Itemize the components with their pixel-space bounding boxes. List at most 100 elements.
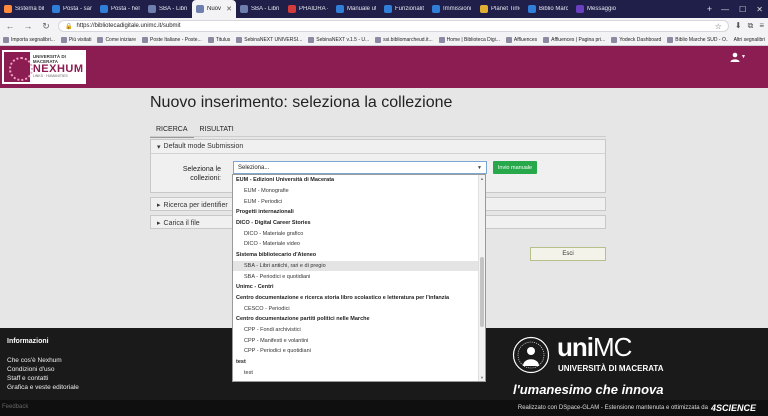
- bookmark-star-icon[interactable]: ☆: [715, 22, 722, 31]
- nexhum-logo[interactable]: UNIVERSITÀ DI MACERATA NEXHUM LINKS · HU…: [2, 50, 86, 84]
- bookmark-label: Poste Italiane - Poste...: [150, 36, 202, 43]
- unimc-slogan: l'umanesimo che innova: [513, 382, 664, 397]
- browser-tab[interactable]: Planet Time WE: [476, 0, 524, 18]
- dropdown-option[interactable]: CPP - Manifesti e volantini: [233, 335, 479, 346]
- close-window-icon[interactable]: ✕: [751, 5, 768, 14]
- bookmark-favicon-icon: [142, 36, 149, 43]
- bookmark-favicon-icon: [667, 36, 674, 43]
- other-bookmarks[interactable]: Altri segnalibri: [734, 37, 765, 43]
- bookmark-item[interactable]: Più visitati: [60, 36, 91, 43]
- bookmark-item[interactable]: SebinaNEXT v.1.5 - U...: [308, 36, 369, 43]
- bookmark-item[interactable]: Biblio Marche SUD - O...: [667, 36, 728, 43]
- new-tab-icon[interactable]: +: [703, 4, 716, 14]
- reload-icon[interactable]: ↻: [40, 21, 52, 32]
- scroll-down-icon[interactable]: ▼: [480, 375, 484, 380]
- scroll-up-icon[interactable]: ▲: [480, 176, 484, 181]
- tab-favicon-icon: [336, 5, 344, 13]
- browser-tab[interactable]: Funzionalità: [380, 0, 428, 18]
- powered-text: Realizzato con DSpace-GLAM - Estensione …: [517, 405, 708, 411]
- maximize-icon[interactable]: ☐: [734, 5, 751, 14]
- dropdown-group-label: test: [236, 359, 246, 366]
- bookmark-item[interactable]: Poste Italiane - Poste...: [142, 36, 202, 43]
- lock-icon: 🔒: [65, 23, 73, 30]
- bookmarks-bar: Importa segnalibri... Più visitati Come in…: [0, 34, 768, 46]
- 4science-logo[interactable]: 4SCIENCE: [711, 403, 756, 413]
- dropdown-option[interactable]: DICO - Materiale video: [233, 239, 479, 250]
- feedback-link[interactable]: Feedback: [2, 404, 28, 410]
- dropdown-option[interactable]: DICO - Materiale grafico: [233, 228, 479, 239]
- dropdown-option[interactable]: CPP - Fondi archivistici: [233, 325, 479, 336]
- default-panel-header[interactable]: ▾ Default mode Submission: [151, 140, 605, 154]
- browser-tab[interactable]: Posta - helpl: [96, 0, 144, 18]
- minimize-icon[interactable]: —: [716, 5, 734, 14]
- browser-tab[interactable]: Sistema bibli: [0, 0, 48, 18]
- invio-manuale-button[interactable]: Invio manuale: [493, 161, 537, 174]
- dropdown-scrollbar[interactable]: ▲ ▼: [478, 175, 485, 381]
- scrollbar-thumb[interactable]: [480, 257, 484, 327]
- tab-favicon-icon: [240, 5, 248, 13]
- footer-link[interactable]: Staff e contatti: [7, 375, 79, 382]
- bookmark-item[interactable]: Titulus: [207, 36, 230, 43]
- browser-tab[interactable]: SBA - Libri a: [236, 0, 284, 18]
- extensions-icon[interactable]: ⧉: [748, 21, 754, 31]
- dropdown-option[interactable]: SBA - Libri antichi, rari e di pregio: [233, 260, 479, 272]
- esci-button[interactable]: Esci: [530, 247, 606, 261]
- bookmark-item[interactable]: Come iniziare: [97, 36, 137, 43]
- footer-link[interactable]: Condizioni d'uso: [7, 366, 79, 373]
- bookmark-item[interactable]: Importa segnalibri...: [3, 36, 55, 43]
- footer-link[interactable]: Grafica e veste editoriale: [7, 384, 79, 391]
- footer-title: Informazioni: [7, 338, 49, 345]
- bookmark-favicon-icon: [236, 36, 243, 43]
- browser-tab[interactable]: SBA - Libri a: [144, 0, 192, 18]
- dropdown-option[interactable]: test: [233, 367, 479, 378]
- bookmark-item[interactable]: Affluences: [505, 36, 537, 43]
- browser-tab[interactable]: Posta - sara: [48, 0, 96, 18]
- bookmark-item[interactable]: Affluences | Pagina pri...: [543, 36, 605, 43]
- browser-tab[interactable]: PHAIDRA - C: [284, 0, 332, 18]
- bookmark-item[interactable]: SebinaNEXT UNIVERSI...: [236, 36, 302, 43]
- tab-label: Funzionalità: [395, 6, 424, 12]
- forward-icon[interactable]: →: [22, 21, 34, 31]
- collection-dropdown: EUM - Edizioni Università di Macerata EUM…: [232, 174, 486, 382]
- browser-tab[interactable]: Messaggio o: [572, 0, 620, 18]
- collection-select[interactable]: Seleziona... ▼: [233, 161, 487, 174]
- browser-tab-bar: Sistema bibli Posta - sara Posta - helpl SB…: [0, 0, 768, 18]
- tabs-divider: [150, 136, 606, 137]
- browser-tab[interactable]: Nuovo in ✕: [192, 0, 236, 18]
- bookmark-label: Importa segnalibri...: [11, 36, 55, 43]
- browser-tab[interactable]: Biblio Marche: [524, 0, 572, 18]
- dropdown-option[interactable]: SBA - Periodici e quotidiani: [233, 271, 479, 282]
- bookmark-label: Yodeck Dashboard: [619, 36, 662, 43]
- tab-favicon-icon: [384, 5, 392, 13]
- dropdown-option[interactable]: EUM - Monografie: [233, 186, 479, 197]
- dropdown-group-label: Sistema bibliotecario d'Ateneo: [236, 252, 317, 259]
- logo-emblem: [4, 52, 33, 82]
- default-panel-title: Default mode Submission: [163, 143, 244, 150]
- dropdown-option[interactable]: CESCO - Periodici: [233, 303, 479, 314]
- browser-tab[interactable]: Immissioni d: [428, 0, 476, 18]
- dropdown-group-label: DICO - Digital Career Stories: [236, 220, 311, 227]
- footer-link[interactable]: Che cos'è Nexhum: [7, 357, 79, 364]
- url-bar[interactable]: 🔒 https://bibliotecadigitale.unimc.it/su…: [58, 20, 729, 32]
- pocket-icon[interactable]: ⬇: [735, 21, 742, 31]
- bookmark-favicon-icon: [207, 36, 214, 43]
- dropdown-option[interactable]: CPP - Periodici e quotidiani: [233, 346, 479, 357]
- user-icon[interactable]: [730, 52, 740, 62]
- tab-label: Posta - sara: [63, 6, 92, 12]
- menu-icon[interactable]: ≡: [759, 21, 764, 31]
- browser-tab[interactable]: Manuale ute: [332, 0, 380, 18]
- user-caret-icon[interactable]: ▼: [741, 54, 746, 60]
- tab-close-icon[interactable]: ✕: [226, 5, 232, 13]
- dropdown-option[interactable]: EUM - Periodici: [233, 196, 479, 207]
- page-title: Nuovo inserimento: seleziona la collezio…: [150, 94, 453, 111]
- bookmark-label: Come iniziare: [105, 36, 137, 43]
- chevron-right-icon: ▸: [157, 220, 161, 227]
- bookmark-item[interactable]: Home | Biblioteca Digi...: [438, 36, 500, 43]
- bookmark-favicon-icon: [60, 36, 67, 43]
- tab-favicon-icon: [148, 5, 156, 13]
- tab-label: Messaggio o: [587, 6, 616, 12]
- tab-label: Posta - helpl: [111, 6, 140, 12]
- bookmark-item[interactable]: ssi.bibliomarcheud.it...: [375, 36, 433, 43]
- bookmark-item[interactable]: Yodeck Dashboard: [611, 36, 662, 43]
- back-icon[interactable]: ←: [4, 21, 16, 31]
